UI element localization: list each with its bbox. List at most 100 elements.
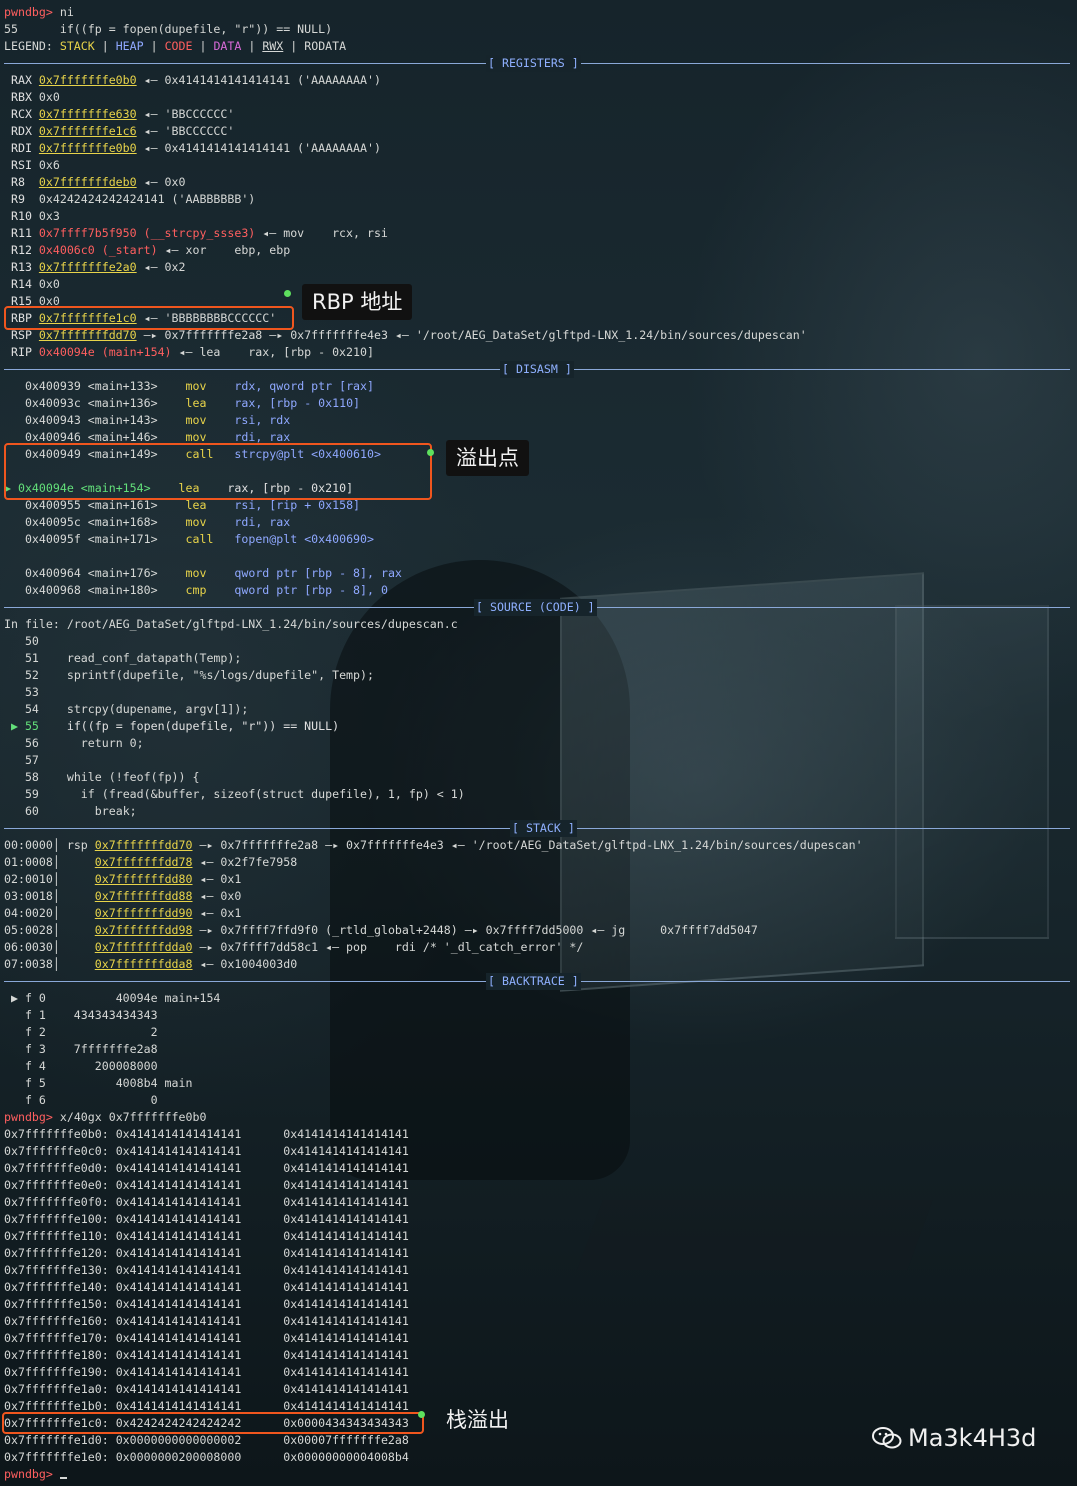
register-name: R12 (4, 243, 39, 257)
frame-id: f 3 (4, 1042, 46, 1056)
legend-sep: | (143, 39, 165, 53)
legend-sep: | (94, 39, 116, 53)
registers-separator: [ REGISTERS ] (4, 55, 1070, 72)
stack-rest: —▸ 0x7fffffffe2a8 —▸ 0x7fffffffe4e3 ◂— '… (192, 838, 863, 852)
memdump-value1: 0x4141414141414141 (115, 1331, 242, 1345)
register-row: R13 0x7fffffffe2a0 ◂— 0x2 (4, 259, 186, 276)
memdump-address: 0x7fffffffe110: (4, 1229, 109, 1243)
source-line-number: 55 (24, 719, 39, 733)
frame-id: f 2 (4, 1025, 46, 1039)
source-line-number: 50 (24, 634, 39, 648)
cursor (59, 1477, 67, 1479)
memdump-address: 0x7fffffffe0e0: (4, 1178, 109, 1192)
section-label: [ DISASM ] (500, 361, 574, 378)
register-rest: ◂— 0x2 (136, 260, 186, 274)
stack-bar: │ (52, 889, 67, 903)
register-name: RSP (4, 328, 39, 342)
stack-tag (67, 940, 95, 954)
source-file: In file: /root/AEG_DataSet/glftpd-LNX_1.… (4, 617, 458, 631)
memdump-address: 0x7fffffffe1a0: (4, 1382, 109, 1396)
memdump-value2: 0x4141414141414141 (283, 1178, 409, 1192)
stack-tag (67, 855, 95, 869)
disasm-opcode: mov (185, 413, 235, 427)
source-line-number: 54 (24, 702, 39, 716)
current-marker (4, 396, 25, 410)
prompt: pwndbg> (4, 1110, 53, 1124)
register-rest: ◂— 0x4141414141414141 ('AAAAAAAA') (136, 73, 381, 87)
legend-label: LEGEND: (4, 39, 60, 53)
stack-offset: 00:0000 (4, 838, 53, 852)
memdump-value2: 0x4141414141414141 (283, 1212, 409, 1226)
disasm-operands: fopen@plt <0x400690> (234, 532, 374, 546)
register-name: R13 (4, 260, 39, 274)
prompt-line[interactable]: pwndbg> (4, 1466, 67, 1483)
source-line-number: 53 (24, 685, 39, 699)
register-row: RBX 0x0 (4, 89, 60, 106)
register-name: RDX (4, 124, 39, 138)
memdump-address: 0x7fffffffe130: (4, 1263, 109, 1277)
source-file-line: In file: /root/AEG_DataSet/glftpd-LNX_1.… (4, 616, 458, 633)
disasm-address: 0x400955 (24, 498, 81, 512)
register-name: R8 (4, 175, 39, 189)
register-code-value: 0x4006c0 (_start) (38, 243, 158, 257)
register-rest: 0x0 (38, 90, 60, 104)
register-name: RAX (4, 73, 39, 87)
stack-offset: 07:0038 (4, 957, 53, 971)
source-row: 54 strcpy(dupename, argv[1]); (4, 701, 248, 718)
stack-address: 0x7fffffffdd70 (94, 838, 193, 852)
overflow-point-callout: 溢出点 (446, 440, 529, 476)
register-rest: —▸ 0x7fffffffe2a8 —▸ 0x7fffffffe4e3 ◂— '… (136, 328, 807, 342)
stack-address: 0x7fffffffdd80 (94, 872, 193, 886)
register-stack-value: 0x7fffffffdeb0 (38, 175, 137, 189)
stack-tag (67, 906, 95, 920)
memdump-row: 0x7fffffffe1a0: 0x4141414141414141 0x414… (4, 1381, 409, 1398)
register-name: R9 (4, 192, 39, 206)
disasm-symbol: <main+161> (87, 498, 158, 512)
disasm-address: 0x40093c (24, 396, 81, 410)
current-marker: ▶ (4, 719, 25, 733)
memdump-row: 0x7fffffffe110: 0x4141414141414141 0x414… (4, 1228, 409, 1245)
disasm-address: 0x400943 (24, 413, 81, 427)
register-rest: ◂— 'BBCCCCCC' (136, 124, 235, 138)
source-line-number: 58 (24, 770, 39, 784)
backtrace-row: f 2 2 (4, 1024, 158, 1041)
memdump-value1: 0x4141414141414141 (115, 1280, 242, 1294)
stack-bar: │ (52, 957, 67, 971)
wechat-icon (872, 1427, 902, 1449)
memdump-row: 0x7fffffffe0d0: 0x4141414141414141 0x414… (4, 1160, 409, 1177)
memdump-row: 0x7fffffffe100: 0x4141414141414141 0x414… (4, 1211, 409, 1228)
frame-address: 200008000 (45, 1059, 158, 1073)
register-rest: 0x0 (38, 277, 60, 291)
stack-offset: 01:0008 (4, 855, 53, 869)
disasm-symbol: <main+136> (87, 396, 158, 410)
legend-line: LEGEND: STACK | HEAP | CODE | DATA | RWX… (4, 38, 346, 55)
stack-tag (67, 889, 95, 903)
stack-bar: │ (52, 923, 67, 937)
register-row: R12 0x4006c0 (_start) ◂— xor ebp, ebp (4, 242, 290, 259)
register-name: R14 (4, 277, 39, 291)
source-row: ▶ 55 if((fp = fopen(dupefile, "r")) == N… (4, 718, 339, 735)
backtrace-separator: [ BACKTRACE ] (4, 973, 1070, 990)
disasm-opcode: mov (185, 379, 235, 393)
source-row: 57 (4, 752, 53, 769)
source-line-number: 51 (24, 651, 39, 665)
pwndbg-terminal[interactable]: pwndbg> ni 55 if((fp = fopen(dupefile, "r… (0, 0, 1077, 1486)
disasm-symbol: <main+176> (87, 566, 158, 580)
source-line-number: 59 (24, 787, 39, 801)
backtrace-row: f 5 4008b4 main (4, 1075, 193, 1092)
memdump-address: 0x7fffffffe170: (4, 1331, 109, 1345)
